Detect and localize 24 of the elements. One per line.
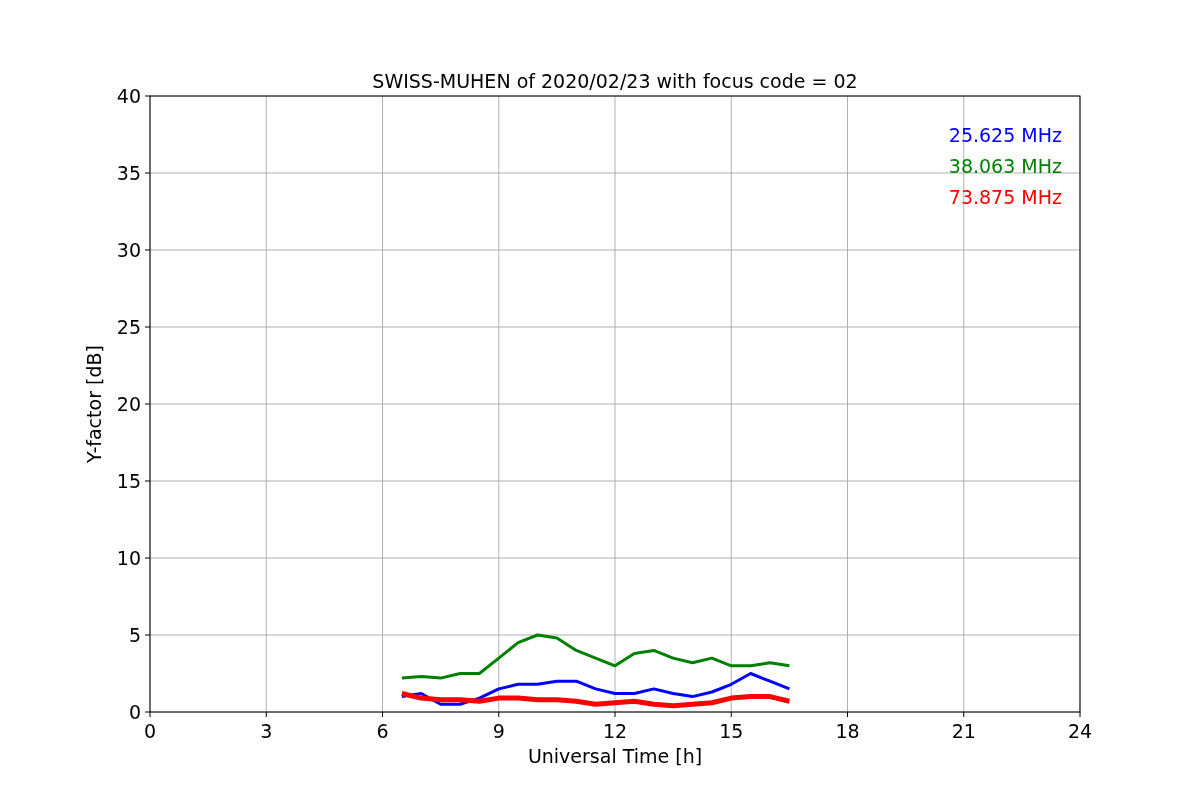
- x-axis-label: Universal Time [h]: [527, 745, 703, 767]
- y-tick-label: 10: [116, 547, 141, 569]
- x-tick-label: 12: [602, 720, 628, 742]
- x-tick-label: 21: [951, 720, 976, 742]
- legend-label: 38.063 MHz: [948, 155, 1062, 177]
- legend-label: 73.875 MHz: [948, 186, 1062, 208]
- x-tick-label: 24: [1067, 720, 1093, 742]
- y-tick-label: 15: [116, 470, 141, 492]
- x-tick-label: 3: [260, 720, 273, 742]
- y-tick-label: 30: [116, 239, 141, 261]
- x-tick-label: 0: [143, 720, 157, 742]
- y-tick-label: 40: [116, 85, 141, 107]
- y-tick-label: 35: [116, 162, 141, 184]
- x-tick-label: 9: [492, 720, 505, 742]
- y-tick-label: 5: [128, 624, 141, 646]
- x-tick-label: 18: [835, 720, 860, 742]
- y-axis-label: Y-factor [dB]: [83, 345, 105, 463]
- y-tick-label: 25: [116, 316, 141, 338]
- x-tick-label: 6: [376, 720, 389, 742]
- x-tick-label: 15: [719, 720, 744, 742]
- legend-label: 25.625 MHz: [948, 124, 1062, 146]
- y-tick-label: 0: [128, 701, 141, 723]
- chart-title: SWISS-MUHEN of 2020/02/23 with focus code = 02: [372, 70, 858, 92]
- y-tick-label: 20: [116, 393, 141, 415]
